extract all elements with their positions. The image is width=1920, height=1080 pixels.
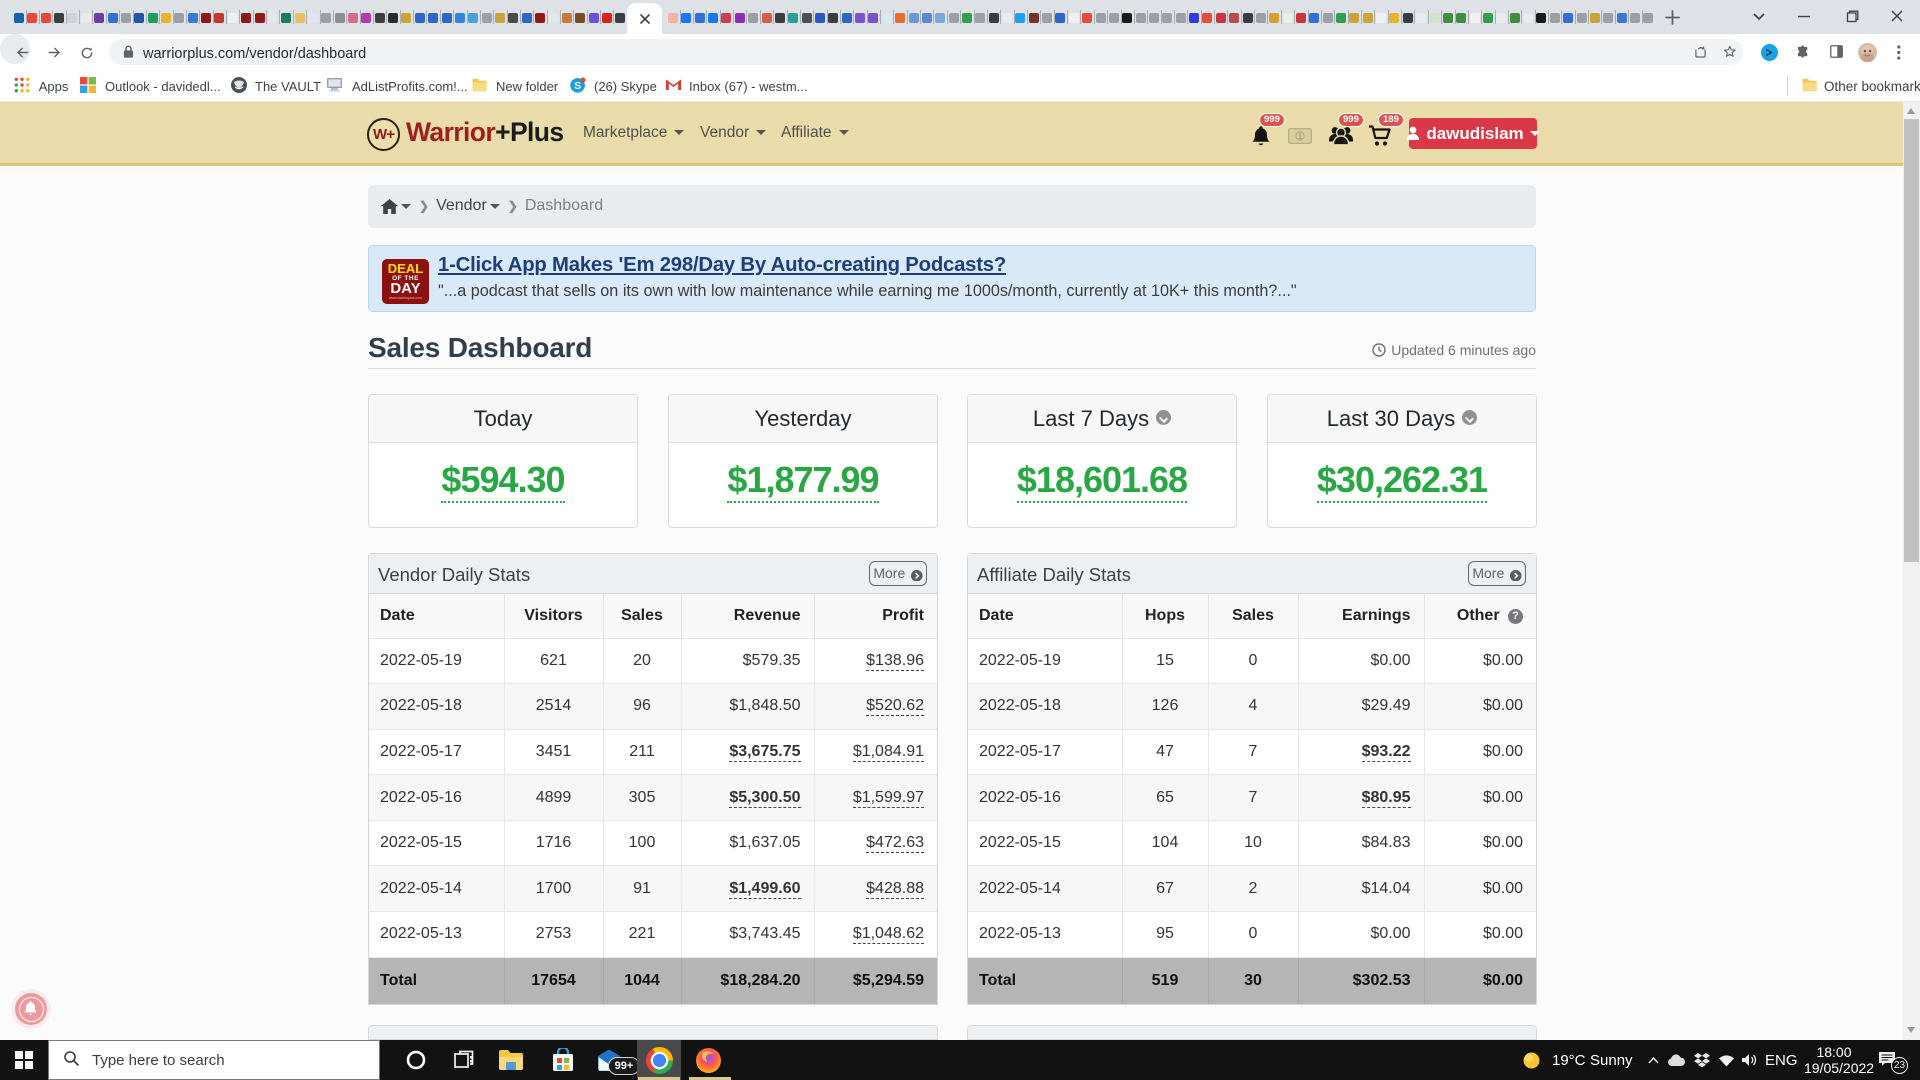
svg-text:1: 1 <box>1298 132 1303 141</box>
svg-text:S: S <box>574 80 581 92</box>
